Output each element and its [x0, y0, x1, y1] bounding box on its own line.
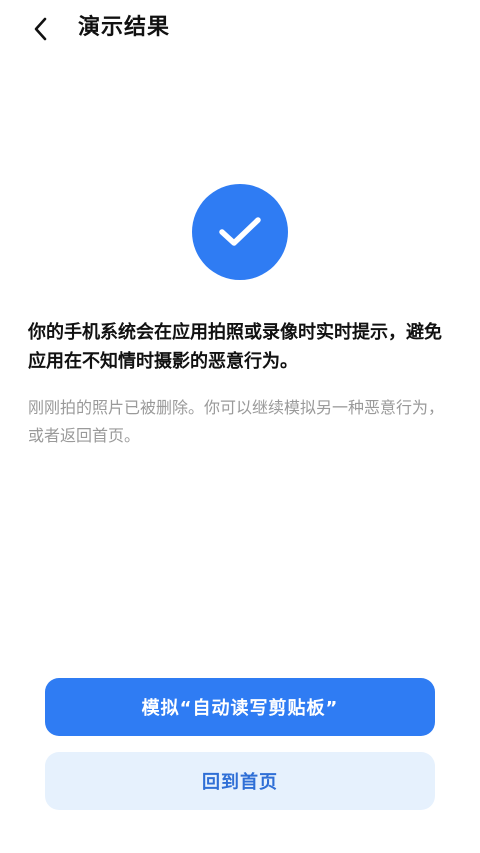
- check-icon: [219, 217, 261, 246]
- simulate-clipboard-button[interactable]: 模拟“自动读写剪贴板”: [45, 678, 435, 736]
- back-home-button[interactable]: 回到首页: [45, 752, 435, 810]
- header: 演示结果: [0, 0, 480, 60]
- result-subtext: 刚刚拍的照片已被删除。你可以继续模拟另一种恶意行为，或者返回首页。: [28, 398, 445, 445]
- result-message: 你的手机系统会在应用拍照或录像时实时提示，避免应用在不知情时摄影的恶意行为。: [28, 322, 442, 372]
- chevron-left-icon: [34, 17, 47, 41]
- success-badge: [192, 184, 288, 280]
- back-button[interactable]: [26, 14, 56, 44]
- page-title: 演示结果: [78, 15, 171, 40]
